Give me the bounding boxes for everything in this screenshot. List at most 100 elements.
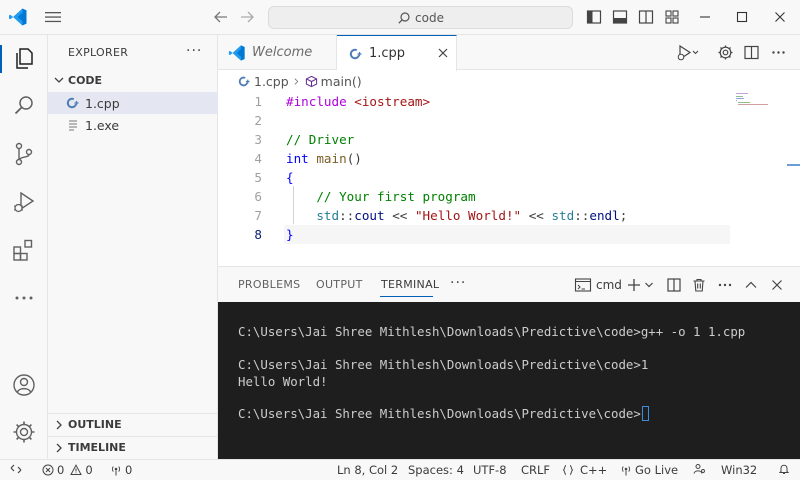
maximize-icon[interactable]: [733, 8, 751, 26]
menu-icon[interactable]: [44, 9, 62, 25]
code-line[interactable]: 6 // Your first program: [218, 187, 730, 206]
trash-icon[interactable]: [691, 277, 707, 293]
language-text: C++: [580, 463, 608, 477]
account-icon[interactable]: [11, 372, 37, 398]
chevron-down-icon[interactable]: [644, 277, 654, 293]
outline-section[interactable]: OUTLINE: [48, 413, 218, 435]
more-actions-icon[interactable]: [770, 44, 787, 61]
code-line[interactable]: 2: [218, 111, 730, 130]
more-views-icon[interactable]: [11, 285, 37, 311]
source-control-icon[interactable]: [11, 141, 37, 167]
code-text: }: [286, 225, 294, 244]
gear-icon[interactable]: [717, 44, 734, 61]
timeline-label: TIMELINE: [68, 441, 126, 454]
maximize-panel-chevron-up-icon[interactable]: [743, 277, 759, 293]
ports-indicator[interactable]: 0: [110, 463, 132, 477]
code-line[interactable]: 3 // Driver: [218, 130, 730, 149]
toggle-primary-sidebar-icon[interactable]: [586, 9, 602, 25]
notifications-user-icon-button[interactable]: [692, 463, 706, 475]
code-line[interactable]: 5{: [218, 168, 730, 187]
remote-indicator[interactable]: [10, 463, 22, 475]
line-number: 2: [254, 113, 262, 128]
minimize-icon[interactable]: [696, 8, 714, 26]
file-lines-icon: [69, 120, 77, 131]
file-name: 1.exe: [85, 117, 120, 133]
title-bar: code: [0, 0, 800, 35]
close-window-icon[interactable]: [771, 8, 789, 26]
toggle-secondary-sidebar-icon[interactable]: [638, 9, 654, 25]
terminal-line: Hello World!: [238, 374, 328, 389]
arrow-right-icon[interactable]: [238, 8, 256, 26]
terminal-cursor: [641, 406, 649, 421]
split-terminal-icon[interactable]: [666, 277, 682, 293]
go-live-text: Go Live: [635, 463, 679, 477]
tab-output[interactable]: OUTPUT: [316, 278, 363, 291]
ports-count: 0: [125, 463, 133, 477]
tab-1cpp[interactable]: 1.cpp: [337, 35, 457, 71]
scrollbar-position-marker[interactable]: [787, 164, 800, 166]
problems-counter[interactable]: 0 0: [42, 463, 93, 477]
tab-label: 1.cpp: [369, 46, 406, 61]
arrow-left-icon[interactable]: [212, 8, 230, 26]
code-token: main: [316, 151, 347, 166]
plus-icon[interactable]: [626, 277, 642, 293]
search-view-icon[interactable]: [11, 93, 37, 119]
bell-icon: [778, 464, 790, 474]
split-editor-icon[interactable]: [743, 44, 760, 61]
line-number: 3: [254, 132, 262, 147]
editor-tabs: Welcome 1.cpp: [218, 35, 800, 71]
tab-problems[interactable]: PROBLEMS: [238, 278, 300, 291]
indentation[interactable]: Spaces: 4: [408, 463, 464, 477]
code-line[interactable]: 4 int main(): [218, 149, 730, 168]
code-line[interactable]: 7 std::cout << "Hello World!" << std::en…: [218, 206, 730, 225]
remote-icon: [10, 464, 22, 474]
platform-indicator[interactable]: Win32: [721, 463, 757, 477]
customize-layout-icon[interactable]: [664, 9, 680, 25]
search-icon: [398, 11, 410, 24]
folder-section-code[interactable]: CODE: [48, 69, 218, 91]
file-item-1exe[interactable]: 1.exe: [48, 114, 218, 136]
explorer-more-actions[interactable]: ···: [186, 43, 202, 59]
code-token: {: [286, 170, 294, 185]
explorer-icon[interactable]: [11, 45, 37, 71]
file-item-1cpp[interactable]: 1.cpp: [48, 92, 218, 114]
vscode-logo-icon: [228, 44, 245, 61]
code-token: (): [346, 151, 362, 166]
run-and-debug-icon[interactable]: [11, 189, 37, 215]
chevron-right-icon: [294, 77, 298, 85]
code-line[interactable]: 1 #include <iostream>: [218, 92, 730, 111]
error-icon: [42, 464, 54, 476]
extensions-icon[interactable]: [11, 237, 37, 263]
close-icon[interactable]: [436, 46, 450, 60]
tab-label: Welcome: [252, 45, 313, 60]
code-line[interactable]: 8}: [218, 225, 730, 244]
go-live-button[interactable]: Go Live: [620, 463, 678, 477]
end-of-line[interactable]: CRLF: [521, 463, 550, 477]
minimap[interactable]: [736, 92, 776, 106]
breadcrumb-file[interactable]: 1.cpp: [254, 74, 289, 89]
language-mode[interactable]: C++: [562, 463, 607, 477]
terminal[interactable]: C:\Users\Jai Shree Mithlesh\Downloads\Pr…: [218, 302, 800, 459]
close-panel-icon[interactable]: [769, 277, 785, 293]
encoding[interactable]: UTF-8: [473, 463, 507, 477]
cursor-position[interactable]: Ln 8, Col 2: [337, 463, 398, 477]
person-gear-icon: [693, 464, 705, 474]
run-file-icon[interactable]: [676, 44, 700, 61]
code-text: #include <iostream>: [286, 92, 430, 111]
timeline-section[interactable]: TIMELINE: [48, 436, 218, 458]
outline-label: OUTLINE: [68, 418, 122, 431]
broadcast-icon: [621, 466, 631, 476]
command-center-search[interactable]: code: [268, 6, 573, 29]
line-number: 8: [254, 227, 262, 242]
settings-gear-icon[interactable]: [11, 419, 37, 445]
tab-terminal[interactable]: TERMINAL: [381, 278, 439, 291]
tab-welcome[interactable]: Welcome: [218, 35, 337, 70]
more-actions-icon[interactable]: [717, 277, 733, 293]
panel-more-tabs[interactable]: ···: [450, 275, 466, 291]
vscode-logo-icon[interactable]: [8, 7, 28, 27]
terminal-shell-name[interactable]: cmd: [596, 278, 622, 292]
toggle-panel-icon[interactable]: [612, 9, 628, 25]
breadcrumb-symbol[interactable]: main(): [321, 74, 362, 89]
code-editor[interactable]: 1 #include <iostream> 2 3 // Driver 4 int main…: [218, 90, 800, 266]
notifications-bell[interactable]: [778, 463, 790, 475]
